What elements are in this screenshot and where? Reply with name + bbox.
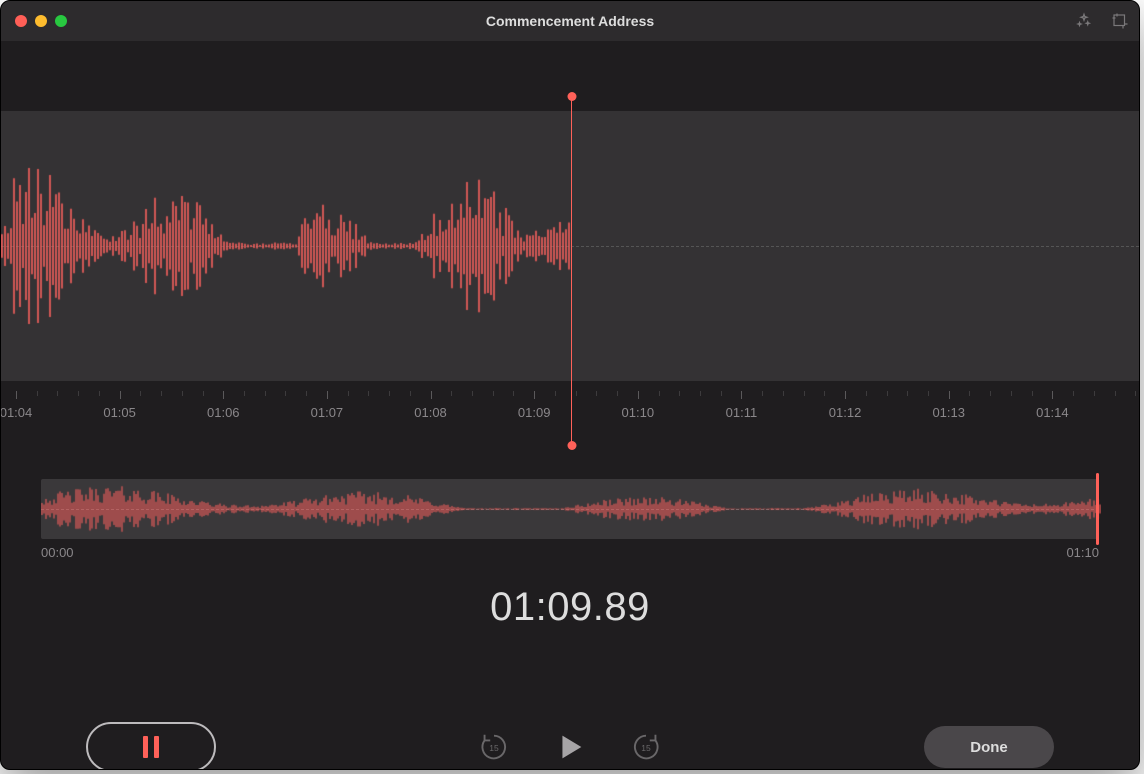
done-label: Done	[970, 739, 1008, 756]
svg-text:15: 15	[489, 743, 499, 753]
ruler-subtick	[1135, 391, 1136, 396]
waveform-detail[interactable]	[1, 41, 1139, 391]
zoom-icon[interactable]	[55, 15, 67, 27]
overview-playhead[interactable]	[1096, 473, 1099, 545]
ruler-label: 01:04	[0, 405, 32, 420]
window-controls	[15, 15, 67, 27]
ruler-label: 01:10	[622, 405, 655, 420]
ruler-tick	[431, 391, 432, 399]
ruler-subtick	[1011, 391, 1012, 396]
ruler-subtick	[596, 391, 597, 396]
close-icon[interactable]	[15, 15, 27, 27]
ruler-label: 01:07	[311, 405, 344, 420]
skip-forward-button[interactable]: 15	[629, 730, 663, 764]
ruler-subtick	[244, 391, 245, 396]
ruler-subtick	[866, 391, 867, 396]
ruler-subtick	[990, 391, 991, 396]
ruler-subtick	[161, 391, 162, 396]
ruler-subtick	[182, 391, 183, 396]
ruler-label: 01:11	[726, 405, 758, 420]
ruler-subtick	[306, 391, 307, 396]
ruler-subtick	[203, 391, 204, 396]
ruler-tick	[949, 391, 950, 399]
overview-canvas	[41, 479, 1101, 539]
ruler-subtick	[804, 391, 805, 396]
ruler-subtick	[37, 391, 38, 396]
ruler-subtick	[1073, 391, 1074, 396]
ruler-subtick	[99, 391, 100, 396]
svg-text:15: 15	[641, 743, 651, 753]
ruler-subtick	[389, 391, 390, 396]
play-button[interactable]	[553, 730, 587, 764]
ruler-label: 01:14	[1036, 405, 1069, 420]
recording-window: Commencement Address 01:0401:050	[0, 0, 1140, 770]
ruler-tick	[223, 391, 224, 399]
skip-back-button[interactable]: 15	[477, 730, 511, 764]
ruler-label: 01:12	[829, 405, 862, 420]
ruler-subtick	[513, 391, 514, 396]
ruler-label: 01:05	[103, 405, 136, 420]
ruler-subtick	[451, 391, 452, 396]
ruler-subtick	[493, 391, 494, 396]
ruler-subtick	[887, 391, 888, 396]
ruler-subtick	[1094, 391, 1095, 396]
titlebar-actions	[1075, 1, 1129, 41]
ruler-tick	[1052, 391, 1053, 399]
ruler-subtick	[368, 391, 369, 396]
overview-end-time: 01:10	[1066, 545, 1099, 560]
ruler-subtick	[700, 391, 701, 396]
current-time: 01:09.89	[1, 585, 1139, 630]
ruler-subtick	[472, 391, 473, 396]
ruler-subtick	[783, 391, 784, 396]
ruler-subtick	[348, 391, 349, 396]
ruler-subtick	[1032, 391, 1033, 396]
ruler-subtick	[679, 391, 680, 396]
ruler-tick	[120, 391, 121, 399]
ruler-subtick	[265, 391, 266, 396]
ruler-tick	[16, 391, 17, 399]
done-button[interactable]: Done	[924, 726, 1054, 768]
waveform-canvas	[1, 111, 571, 381]
enhance-icon[interactable]	[1075, 12, 1093, 30]
ruler-subtick	[57, 391, 58, 396]
ruler-label: 01:08	[414, 405, 447, 420]
ruler-subtick	[617, 391, 618, 396]
ruler-subtick	[285, 391, 286, 396]
ruler-tick	[327, 391, 328, 399]
window-title: Commencement Address	[1, 13, 1139, 29]
ruler-subtick	[410, 391, 411, 396]
ruler-tick	[534, 391, 535, 399]
trim-icon[interactable]	[1111, 12, 1129, 30]
ruler-subtick	[1115, 391, 1116, 396]
ruler-subtick	[555, 391, 556, 396]
overview-labels: 00:00 01:10	[41, 545, 1099, 560]
ruler-label: 01:09	[518, 405, 551, 420]
ruler-subtick	[762, 391, 763, 396]
ruler-subtick	[78, 391, 79, 396]
ruler-subtick	[907, 391, 908, 396]
minimize-icon[interactable]	[35, 15, 47, 27]
ruler-subtick	[140, 391, 141, 396]
ruler-label: 01:06	[207, 405, 240, 420]
pause-icon	[143, 736, 159, 758]
ruler-tick	[845, 391, 846, 399]
ruler-subtick	[824, 391, 825, 396]
ruler-subtick	[721, 391, 722, 396]
ruler-subtick	[928, 391, 929, 396]
ruler-subtick	[969, 391, 970, 396]
pause-button[interactable]	[86, 722, 216, 770]
ruler-subtick	[659, 391, 660, 396]
timeline-ruler[interactable]: 01:04 01:05 01:06 01:07 01:08 01:09 01:10 01:11…	[1, 391, 1139, 427]
ruler-tick	[638, 391, 639, 399]
overview-start-time: 00:00	[41, 545, 74, 560]
waveform-overview[interactable]	[41, 479, 1099, 539]
ruler-tick	[741, 391, 742, 399]
ruler-label: 01:13	[932, 405, 965, 420]
titlebar: Commencement Address	[1, 1, 1139, 41]
ruler-subtick	[576, 391, 577, 396]
